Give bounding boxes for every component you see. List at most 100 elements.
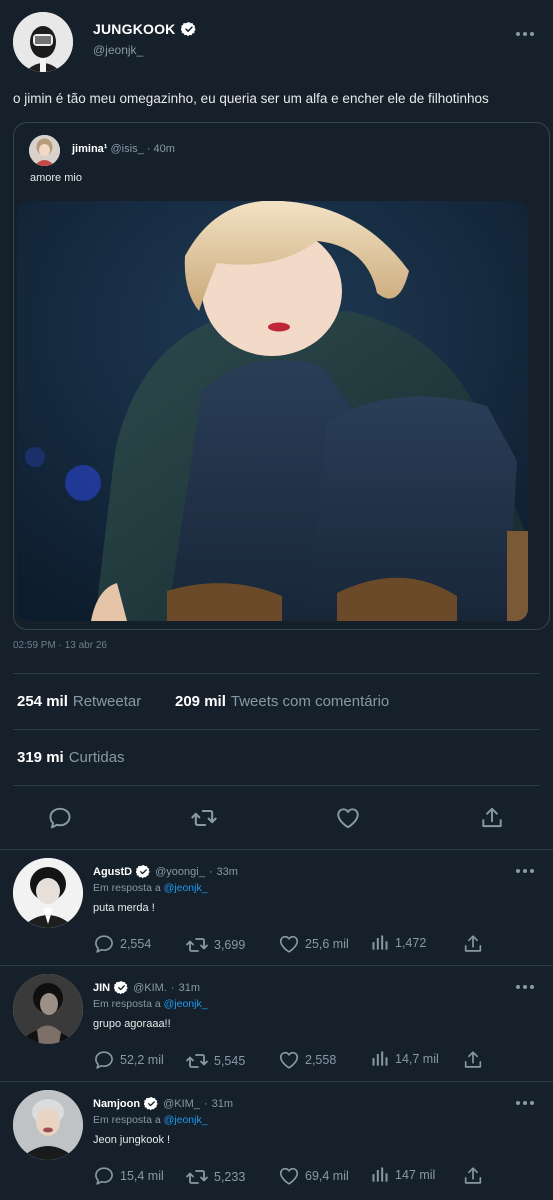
reply-comments[interactable]: 2,554: [93, 933, 151, 955]
quote-header: jimina¹ @isis_ · 40m: [72, 143, 175, 155]
more-options-icon[interactable]: [515, 1098, 535, 1108]
comments-count: 52,2 mil: [120, 1053, 164, 1067]
reply-time: 33m: [216, 865, 238, 878]
divider: [13, 729, 540, 730]
likes-label: Curtidas: [68, 749, 125, 766]
verified-badge-icon: [114, 980, 129, 995]
likes-count: 319 mi: [17, 749, 64, 766]
tweet-text: o jimin é tão meu omegazinho, eu queria …: [13, 91, 489, 106]
reply-text: Jeon jungkook !: [93, 1134, 171, 1146]
quote-text: amore mio: [30, 172, 82, 184]
author-handle[interactable]: @jeonjk_: [93, 43, 143, 57]
reply-comments[interactable]: 15,4 mil: [93, 1165, 164, 1187]
replying-to-link[interactable]: @jeonjk_: [164, 882, 208, 894]
comments-count: 15,4 mil: [120, 1169, 164, 1183]
reply-views[interactable]: 14,7 mil: [370, 1049, 439, 1069]
reply-likes[interactable]: 69,4 mil: [278, 1165, 349, 1187]
likes-stat[interactable]: 319 mi Curtidas: [17, 749, 125, 766]
retweet-button[interactable]: [190, 804, 218, 832]
reply-retweets[interactable]: 5,545: [185, 1049, 245, 1073]
reply-tweet[interactable]: JIN @KIM. · 31m Em resposta a @jeonjk_ g…: [0, 966, 553, 1083]
reply-likes[interactable]: 25,6 mil: [278, 933, 349, 955]
like-button[interactable]: [334, 804, 362, 832]
views-count: 1,472: [395, 936, 427, 950]
reply-tweet[interactable]: AgustD @yoongi_ · 33m Em resposta a @jeo…: [0, 850, 553, 967]
reply-author-name[interactable]: AgustD: [93, 866, 132, 878]
heart-icon: [279, 1167, 299, 1185]
retweets-count: 5,233: [214, 1170, 246, 1184]
likes-count: 2,558: [305, 1053, 337, 1067]
divider: [13, 673, 540, 674]
reply-likes[interactable]: 2,558: [278, 1049, 336, 1071]
reply-author-name[interactable]: JIN: [93, 982, 110, 994]
retweets-count: 3,699: [214, 938, 246, 952]
quote-tweets-stat[interactable]: 209 mil Tweets com comentário: [175, 693, 389, 710]
replying-to-link[interactable]: @jeonjk_: [164, 1114, 208, 1126]
reply-avatar[interactable]: [13, 858, 83, 928]
share-icon: [482, 807, 502, 828]
retweets-stat[interactable]: 254 mil Retweetar: [17, 693, 141, 710]
views-icon: [372, 935, 388, 950]
heart-icon: [337, 808, 359, 829]
views-count: 14,7 mil: [395, 1052, 439, 1066]
quote-author-name[interactable]: jimina¹: [72, 143, 107, 155]
dot-separator: ·: [203, 1097, 208, 1110]
quoted-tweet[interactable]: jimina¹ @isis_ · 40m amore mio: [13, 122, 550, 630]
quote-photo[interactable]: [17, 201, 528, 621]
reply-retweets[interactable]: 3,699: [185, 933, 245, 957]
verified-badge-icon: [136, 864, 151, 879]
reply-icon: [95, 1167, 113, 1185]
reply-header: JIN @KIM. · 31m: [93, 980, 200, 995]
reply-text: puta merda !: [93, 902, 155, 914]
retweets-count: 254 mil: [17, 693, 68, 710]
views-icon: [372, 1167, 388, 1182]
reply-header: Namjoon @KIM_ · 31m: [93, 1096, 233, 1111]
replying-to: Em resposta a @jeonjk_: [93, 1114, 208, 1126]
author-name[interactable]: JUNGKOOK: [93, 21, 176, 37]
share-icon: [464, 1051, 482, 1068]
divider: [13, 785, 540, 786]
reply-header: AgustD @yoongi_ · 33m: [93, 864, 238, 879]
quote-tweets-label: Tweets com comentário: [230, 693, 390, 710]
dot-separator: ·: [208, 865, 213, 878]
reply-views[interactable]: 1,472: [370, 933, 426, 953]
reply-views[interactable]: 147 mil: [370, 1165, 435, 1185]
reply-share[interactable]: [462, 1049, 484, 1071]
verified-badge-icon: [180, 21, 196, 37]
reply-actions: 52,2 mil 5,545 2,558 14,7 mil: [93, 1049, 493, 1071]
reply-share[interactable]: [462, 933, 484, 955]
likes-count: 25,6 mil: [305, 937, 349, 951]
reply-button[interactable]: [46, 804, 74, 832]
reply-avatar[interactable]: [13, 974, 83, 1044]
reply-author-name[interactable]: Namjoon: [93, 1098, 140, 1110]
replying-to-link[interactable]: @jeonjk_: [164, 998, 208, 1010]
reply-author-handle[interactable]: @yoongi_: [155, 866, 205, 878]
reply-author-handle[interactable]: @KIM.: [133, 982, 167, 994]
replying-to: Em resposta a @jeonjk_: [93, 882, 208, 894]
dot-separator: ·: [170, 981, 175, 994]
dot-separator: ·: [146, 143, 151, 155]
quote-author-avatar[interactable]: [29, 135, 60, 166]
reply-author-handle[interactable]: @KIM_: [163, 1098, 200, 1110]
retweet-icon: [191, 809, 217, 827]
share-button[interactable]: [478, 804, 506, 832]
replying-to-prefix: Em resposta a: [93, 998, 161, 1010]
tweet-timestamp[interactable]: 02:59 PM · 13 abr 26: [13, 640, 107, 651]
retweets-count: 5,545: [214, 1054, 246, 1068]
reply-actions: 15,4 mil 5,233 69,4 mil 147 mil: [93, 1165, 493, 1187]
quote-author-handle[interactable]: @isis_: [111, 143, 144, 155]
reply-time: 31m: [211, 1097, 233, 1110]
reply-actions: 2,554 3,699 25,6 mil 1,472: [93, 933, 493, 955]
reply-tweet[interactable]: Namjoon @KIM_ · 31m Em resposta a @jeonj…: [0, 1082, 553, 1199]
replying-to: Em resposta a @jeonjk_: [93, 998, 208, 1010]
reply-comments[interactable]: 52,2 mil: [93, 1049, 164, 1071]
more-options-icon[interactable]: [515, 29, 535, 39]
more-options-icon[interactable]: [515, 866, 535, 876]
retweets-label: Retweetar: [72, 693, 142, 710]
author-avatar[interactable]: [13, 12, 73, 72]
reply-retweets[interactable]: 5,233: [185, 1165, 245, 1189]
reply-avatar[interactable]: [13, 1090, 83, 1160]
reply-icon: [49, 807, 71, 829]
reply-share[interactable]: [462, 1165, 484, 1187]
more-options-icon[interactable]: [515, 982, 535, 992]
